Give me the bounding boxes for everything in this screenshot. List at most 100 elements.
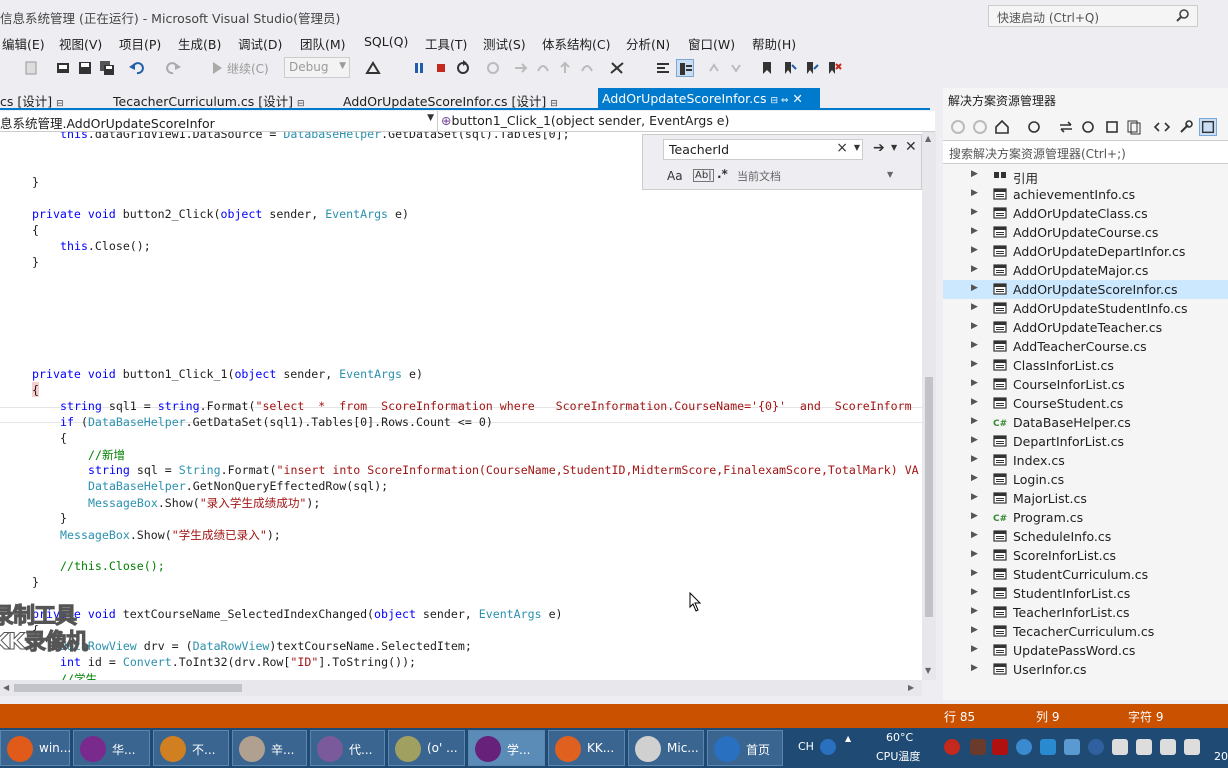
- expand-arrow-icon[interactable]: ▶: [971, 283, 978, 293]
- solution-config-select[interactable]: Debug ▼: [284, 57, 350, 78]
- tree-item[interactable]: ▶ C# Program.cs: [943, 508, 1228, 527]
- tree-item[interactable]: ▶ MajorList.cs: [943, 489, 1228, 508]
- match-whole-word-icon[interactable]: Ab|: [693, 169, 714, 182]
- clear-search-icon[interactable]: ×: [836, 140, 848, 156]
- expand-arrow-icon[interactable]: ▶: [971, 663, 978, 673]
- menu-analyze[interactable]: 分析(N): [626, 34, 670, 53]
- restart-icon[interactable]: [454, 59, 472, 77]
- input-language[interactable]: CH: [798, 740, 814, 753]
- expand-arrow-icon[interactable]: ▶: [971, 207, 978, 217]
- expand-arrow-icon[interactable]: ▶: [971, 169, 978, 179]
- clear-bookmarks-icon[interactable]: [824, 59, 842, 77]
- bluetooth-icon[interactable]: [1088, 739, 1104, 755]
- tree-item[interactable]: ▶ AddOrUpdateStudentInfo.cs: [943, 299, 1228, 318]
- taskbar-button[interactable]: 学...: [468, 730, 545, 766]
- expand-arrow-icon[interactable]: ▶: [971, 435, 978, 445]
- expand-arrow-icon[interactable]: ▶: [971, 492, 978, 502]
- clock[interactable]: 20: [1214, 750, 1228, 763]
- properties-icon[interactable]: [1177, 118, 1195, 136]
- menu-project[interactable]: 项目(P): [119, 34, 161, 53]
- expand-arrow-icon[interactable]: ▶: [971, 606, 978, 616]
- stop-icon[interactable]: [432, 59, 450, 77]
- wifi-icon[interactable]: [1160, 739, 1176, 755]
- tree-item[interactable]: ▶ AddOrUpdateScoreInfor.cs: [943, 280, 1228, 299]
- step-back-icon[interactable]: [578, 59, 596, 77]
- quick-launch-input[interactable]: 快速启动 (Ctrl+Q): [988, 5, 1198, 27]
- pause-icon[interactable]: [410, 59, 428, 77]
- expand-arrow-icon[interactable]: ▶: [971, 454, 978, 464]
- save-icon[interactable]: [76, 59, 94, 77]
- taskbar-button[interactable]: Mic...: [628, 730, 704, 766]
- tree-item[interactable]: ▶ AddOrUpdateMajor.cs: [943, 261, 1228, 280]
- prev-bookmark-icon[interactable]: [780, 59, 798, 77]
- tree-item[interactable]: ▶ ScheduleInfo.cs: [943, 527, 1228, 546]
- forward-icon[interactable]: [971, 118, 989, 136]
- find-options-icon[interactable]: ▼: [891, 143, 897, 152]
- new-project-icon[interactable]: [22, 59, 40, 77]
- expand-arrow-icon[interactable]: ▶: [971, 587, 978, 597]
- undo-icon[interactable]: [128, 59, 146, 77]
- tree-item[interactable]: ▶ Login.cs: [943, 470, 1228, 489]
- expand-arrow-icon[interactable]: ▶: [971, 568, 978, 578]
- step-over-icon[interactable]: [534, 59, 552, 77]
- volume-icon[interactable]: [1136, 739, 1152, 755]
- app-tray-icon[interactable]: [1016, 739, 1032, 755]
- comment-icon[interactable]: [654, 59, 672, 77]
- tree-item[interactable]: ▶ UserInfor.cs: [943, 660, 1228, 679]
- step-into-icon[interactable]: [512, 59, 530, 77]
- expand-arrow-icon[interactable]: ▶: [971, 473, 978, 483]
- tree-item[interactable]: ▶ AddOrUpdateDepartInfor.cs: [943, 242, 1228, 261]
- editor-vertical-scrollbar[interactable]: ▲ ▼: [922, 132, 936, 680]
- taskbar-button[interactable]: 首页: [707, 730, 783, 766]
- scroll-up-icon[interactable]: ▲: [925, 134, 931, 143]
- taskbar-button[interactable]: 辛...: [232, 730, 307, 766]
- expand-arrow-icon[interactable]: ▶: [971, 340, 978, 350]
- close-icon[interactable]: ✕: [792, 91, 802, 106]
- tree-item[interactable]: ▶ DepartInforList.cs: [943, 432, 1228, 451]
- expand-arrow-icon[interactable]: ▶: [971, 321, 978, 331]
- tree-item[interactable]: ▶ AddTeacherCourse.cs: [943, 337, 1228, 356]
- expand-arrow-icon[interactable]: ▶: [971, 188, 978, 198]
- scroll-left-icon[interactable]: ◀: [3, 683, 9, 692]
- continue-icon[interactable]: [208, 59, 226, 77]
- expand-arrow-icon[interactable]: ▶: [971, 511, 978, 521]
- help-icon[interactable]: [820, 739, 836, 755]
- tree-item[interactable]: ▶ AddOrUpdateClass.cs: [943, 204, 1228, 223]
- collapse-all-icon[interactable]: [1103, 118, 1121, 136]
- tree-item[interactable]: ▶ ScoreInforList.cs: [943, 546, 1228, 565]
- format-document-icon[interactable]: [676, 59, 694, 77]
- tree-item[interactable]: ▶ 引用: [943, 166, 1228, 186]
- continue-label[interactable]: 继续(C): [227, 60, 269, 77]
- close-find-icon[interactable]: ✕: [905, 139, 917, 155]
- menu-architecture[interactable]: 体系结构(C): [542, 34, 610, 53]
- view-code-icon[interactable]: [1153, 118, 1171, 136]
- tab-tecachercurriculum-designer[interactable]: TecacherCurriculum.cs [设计] ⊟: [113, 88, 305, 110]
- taskbar-button[interactable]: 华...: [73, 730, 150, 766]
- expand-arrow-icon[interactable]: ▶: [971, 264, 978, 274]
- taskbar-button[interactable]: (o' ...: [388, 730, 465, 766]
- bookmark-prev-icon[interactable]: [706, 59, 724, 77]
- class-dropdown[interactable]: 息系统管理.AddOrUpdateScoreInfor ▼: [0, 113, 436, 130]
- bookmark-icon[interactable]: [758, 59, 776, 77]
- chevron-down-icon[interactable]: ▼: [854, 143, 860, 152]
- menu-tools[interactable]: 工具(T): [425, 34, 467, 53]
- vertical-scroll-thumb[interactable]: [925, 377, 933, 617]
- tree-item[interactable]: ▶ AddOrUpdateTeacher.cs: [943, 318, 1228, 337]
- expand-arrow-icon[interactable]: ▶: [971, 226, 978, 236]
- tree-item[interactable]: ▶ AddOrUpdateCourse.cs: [943, 223, 1228, 242]
- tree-item[interactable]: ▶ ClassInforList.cs: [943, 356, 1228, 375]
- solution-explorer-search[interactable]: 搜索解决方案资源管理器(Ctrl+;): [943, 140, 1228, 164]
- search-icon[interactable]: [1176, 8, 1190, 22]
- expand-arrow-icon[interactable]: ▶: [971, 644, 978, 654]
- expand-arrow-icon[interactable]: ▶: [971, 302, 978, 312]
- tab-designer-1[interactable]: cs [设计] ⊟: [0, 88, 64, 110]
- scroll-down-icon[interactable]: ▼: [925, 666, 931, 675]
- tree-item[interactable]: ▶ achievementInfo.cs: [943, 185, 1228, 204]
- expand-arrow-icon[interactable]: ▶: [971, 245, 978, 255]
- expand-arrow-icon[interactable]: ▶: [971, 530, 978, 540]
- app-tray-icon[interactable]: [970, 739, 986, 755]
- taskbar-button[interactable]: 代...: [310, 730, 385, 766]
- menu-window[interactable]: 窗口(W): [688, 34, 735, 53]
- regex-icon[interactable]: .*: [717, 167, 728, 181]
- editor-horizontal-scrollbar[interactable]: ◀ ▶: [0, 680, 922, 696]
